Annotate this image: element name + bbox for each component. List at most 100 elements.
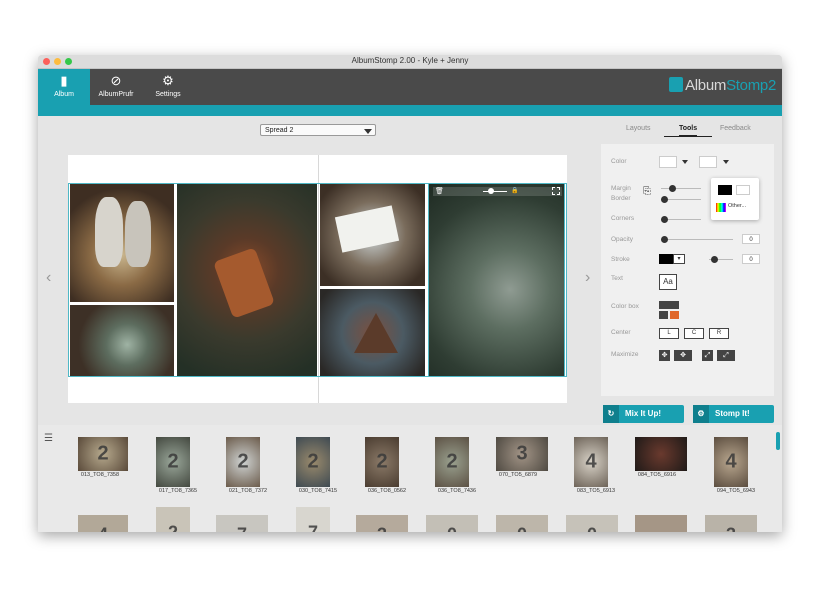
logo-text-version: 2: [767, 77, 776, 94]
thumbnail[interactable]: 2 036_TO8_7436: [435, 437, 489, 494]
photo-toolbar: 🗑 🔒: [433, 187, 562, 196]
thumbnail-filename: 094_TO5_6943: [716, 488, 756, 494]
ring-box: [354, 313, 398, 353]
thumbnail-filename: 036_TO8_7436: [437, 488, 477, 494]
photo-shoes[interactable]: [70, 183, 174, 302]
photo-filmstrip[interactable]: ☰ 2 013_TO8_7358 2 017_TO8_7365 2 021_TO…: [38, 425, 782, 532]
thumbnail[interactable]: 2 017_TO8_7365: [156, 437, 210, 494]
crop-icon[interactable]: [552, 187, 560, 195]
chevron-down-icon[interactable]: [723, 160, 729, 164]
color-box-orange[interactable]: [670, 311, 679, 319]
trash-icon[interactable]: 🗑: [435, 187, 444, 195]
thumbnail-image[interactable]: [635, 515, 687, 532]
usage-count: 0: [496, 525, 548, 533]
thumbnail[interactable]: 2 013_TO8_7358: [78, 437, 132, 478]
thumbnail-image[interactable]: 7: [296, 507, 330, 532]
corners-slider-knob[interactable]: [661, 216, 668, 223]
center-middle-button[interactable]: C: [684, 328, 704, 339]
stroke-value[interactable]: 0: [742, 254, 760, 264]
color-box-small-dark[interactable]: [659, 311, 668, 319]
color-wheel-icon[interactable]: [716, 203, 726, 212]
stomp-it-button[interactable]: ⚙ Stomp It!: [693, 405, 774, 423]
thumbnail-image[interactable]: 4: [78, 515, 128, 532]
color-label: Color: [611, 158, 627, 165]
stroke-dropdown[interactable]: ▾: [673, 254, 685, 264]
spread-select[interactable]: Spread 2: [260, 124, 376, 136]
opacity-slider-knob[interactable]: [661, 236, 668, 243]
thumbnail-image: [635, 437, 687, 471]
margin-slider-knob[interactable]: [669, 185, 676, 192]
usage-count: 4: [585, 450, 597, 473]
opacity-value[interactable]: 0: [742, 234, 760, 244]
stroke-slider[interactable]: [709, 256, 733, 263]
tab-settings[interactable]: ⚙ Settings: [142, 69, 194, 105]
usage-count: 0: [426, 525, 478, 533]
border-slider[interactable]: [661, 196, 701, 203]
center-right-button[interactable]: R: [709, 328, 729, 339]
thumbnail[interactable]: 084_TO5_6916: [635, 437, 689, 478]
thumbnail-image[interactable]: 0: [426, 515, 478, 532]
add-text-button[interactable]: Aa: [659, 274, 677, 290]
maximize-horizontal-icon[interactable]: ✥: [674, 350, 692, 361]
other-color-option[interactable]: Other...: [728, 203, 746, 209]
zoom-slider[interactable]: [483, 191, 507, 192]
photo-succulent[interactable]: [70, 305, 174, 377]
spread-select-value: Spread 2: [265, 127, 294, 134]
accent-strip: [38, 105, 782, 116]
thumbnail-image[interactable]: 7: [216, 515, 268, 532]
chevron-down-icon[interactable]: [682, 160, 688, 164]
maximize-move-icon[interactable]: ✥: [659, 350, 670, 361]
thumbnail[interactable]: 2 036_TO8_0562: [365, 437, 419, 494]
thumbnail[interactable]: 3 070_TO5_6879: [496, 437, 550, 478]
tab-feedback[interactable]: Feedback: [720, 125, 751, 132]
photo-ring-box[interactable]: [320, 289, 425, 377]
thumbnail-image: 2: [365, 437, 399, 487]
thumbnail-image: 4: [714, 437, 748, 487]
tab-tools[interactable]: Tools: [679, 125, 698, 136]
link-icon[interactable]: ⎘: [643, 186, 651, 197]
thumbnail-filename: 013_TO8_7358: [80, 472, 120, 478]
thumbnail[interactable]: 4 083_TO5_6913: [574, 437, 628, 494]
corners-slider[interactable]: [661, 216, 701, 223]
thumbnail-filename: 084_TO5_6916: [637, 472, 677, 478]
thumbnail[interactable]: 4 094_TO5_6943: [714, 437, 768, 494]
filmstrip-scrollbar[interactable]: [776, 432, 780, 450]
lock-icon[interactable]: 🔒: [511, 187, 518, 194]
border-color-swatch[interactable]: [699, 156, 717, 168]
maximize-fill-icon[interactable]: ⤢: [717, 350, 735, 361]
mix-it-up-button[interactable]: ↻ Mix It Up!: [603, 405, 684, 423]
tab-albumprufr[interactable]: ⊘ AlbumPrufr: [90, 69, 142, 105]
opacity-slider[interactable]: [661, 236, 733, 243]
next-spread-arrow[interactable]: ›: [585, 270, 595, 286]
spread-canvas[interactable]: 🗑 🔒: [68, 155, 567, 403]
stroke-slider-knob[interactable]: [711, 256, 718, 263]
thumbnail[interactable]: 2 030_TO8_7415: [296, 437, 350, 494]
color-box-dark[interactable]: [659, 301, 679, 309]
hamburger-menu-icon[interactable]: ☰: [44, 433, 53, 444]
thumbnail-image[interactable]: 3: [705, 515, 757, 532]
color-swatch[interactable]: [659, 156, 677, 168]
center-left-button[interactable]: L: [659, 328, 679, 339]
photo-bouquet[interactable]: [177, 183, 317, 377]
thumbnail-image[interactable]: 3: [356, 515, 408, 532]
black-swatch[interactable]: [718, 185, 732, 195]
app-toolbar: ▮ Album ⊘ AlbumPrufr ⚙ Settings AlbumSto…: [38, 69, 782, 105]
stroke-color-swatch[interactable]: [659, 254, 673, 264]
thumbnail-image[interactable]: 2: [156, 507, 190, 532]
margin-slider[interactable]: [661, 185, 701, 192]
prev-spread-arrow[interactable]: ‹: [46, 270, 56, 286]
thumbnail-image[interactable]: 0: [496, 515, 548, 532]
photo-invitation[interactable]: [320, 183, 425, 286]
thumbnail-image[interactable]: 0: [566, 515, 618, 532]
thumbnail[interactable]: 2 021_TO8_7372: [226, 437, 280, 494]
zoom-slider-knob[interactable]: [488, 188, 494, 194]
photo-rings-branch[interactable]: 🗑 🔒: [428, 183, 565, 377]
tab-album[interactable]: ▮ Album: [38, 69, 90, 105]
opacity-label: Opacity: [611, 236, 634, 243]
white-swatch[interactable]: [736, 185, 750, 195]
maximize-expand-icon[interactable]: ⤢: [702, 350, 713, 361]
tab-layouts[interactable]: Layouts: [626, 125, 651, 132]
usage-count: 2: [167, 522, 178, 532]
border-label: Border: [611, 195, 631, 202]
border-slider-knob[interactable]: [661, 196, 668, 203]
